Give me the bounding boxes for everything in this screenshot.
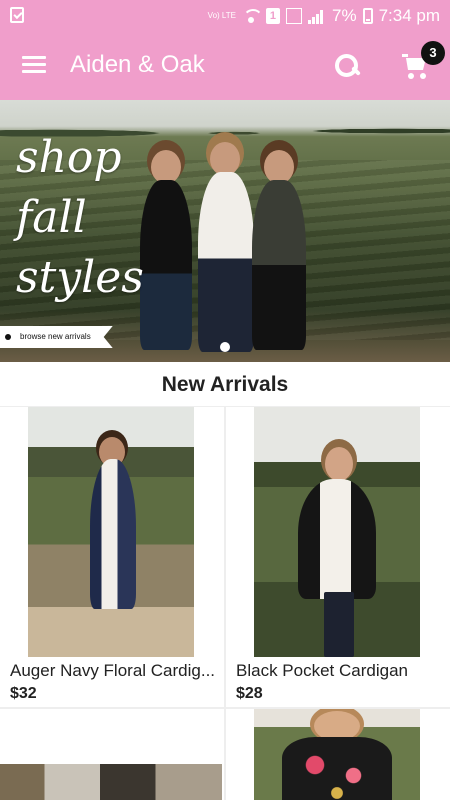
wifi-icon [242, 9, 263, 23]
product-image[interactable] [254, 407, 420, 657]
signal-icon [307, 8, 326, 24]
product-price: $32 [10, 685, 37, 702]
hero-model [140, 180, 192, 350]
status-icons: Vo) LTE 1 7% 7:34 pm [208, 5, 440, 27]
status-bar: Vo) LTE 1 7% 7:34 pm [0, 0, 450, 32]
checkbox-icon [10, 7, 24, 23]
sim-badge: 1 [265, 8, 280, 24]
hero-script-line: shop [16, 132, 122, 183]
hero-model [252, 180, 306, 350]
cart-count-badge: 3 [421, 41, 445, 65]
carousel-indicator-dot[interactable] [220, 342, 230, 352]
hero-model-head [210, 142, 240, 176]
hero-model-head [264, 150, 294, 184]
hero-script-text: shop fall styles [16, 128, 144, 308]
app-bar: Aiden & Oak 3 [0, 32, 450, 100]
signal-box-icon [285, 8, 302, 24]
hero-script-line: styles [16, 252, 144, 303]
product-name[interactable]: Black Pocket Cardigan [236, 661, 442, 681]
battery-icon [362, 8, 373, 24]
product-price: $28 [236, 685, 263, 702]
battery-percent: 7% [331, 6, 357, 25]
browse-new-arrivals-link[interactable]: browse new arrivals [0, 326, 113, 348]
product-card[interactable]: Black Pocket Cardigan $28 [226, 407, 450, 707]
product-grid: Auger Navy Floral Cardig... $32 Black Po… [0, 406, 450, 800]
product-name[interactable]: Auger Navy Floral Cardig... [10, 661, 216, 681]
product-image[interactable] [0, 764, 222, 800]
app-title: Aiden & Oak [70, 51, 205, 78]
product-image[interactable] [28, 407, 194, 657]
hero-banner[interactable]: shop fall styles browse new arrivals [0, 100, 450, 362]
clock: 7:34 pm [378, 6, 440, 25]
model-figure [90, 459, 136, 609]
model-figure [298, 479, 376, 599]
hero-model [198, 172, 254, 352]
menu-icon[interactable] [22, 56, 46, 74]
model-head [325, 447, 353, 481]
model-figure-legs [324, 592, 354, 657]
section-title: New Arrivals [0, 362, 450, 407]
volte-label: Vo) LTE [207, 11, 236, 20]
search-icon[interactable] [333, 52, 361, 80]
product-card[interactable] [226, 709, 450, 800]
product-image[interactable] [254, 709, 420, 800]
model-figure [282, 737, 392, 800]
product-card[interactable]: Auger Navy Floral Cardig... $32 [0, 407, 224, 707]
hero-script-line: fall [16, 192, 87, 243]
hero-model-head [151, 150, 181, 184]
product-card[interactable] [0, 709, 224, 800]
